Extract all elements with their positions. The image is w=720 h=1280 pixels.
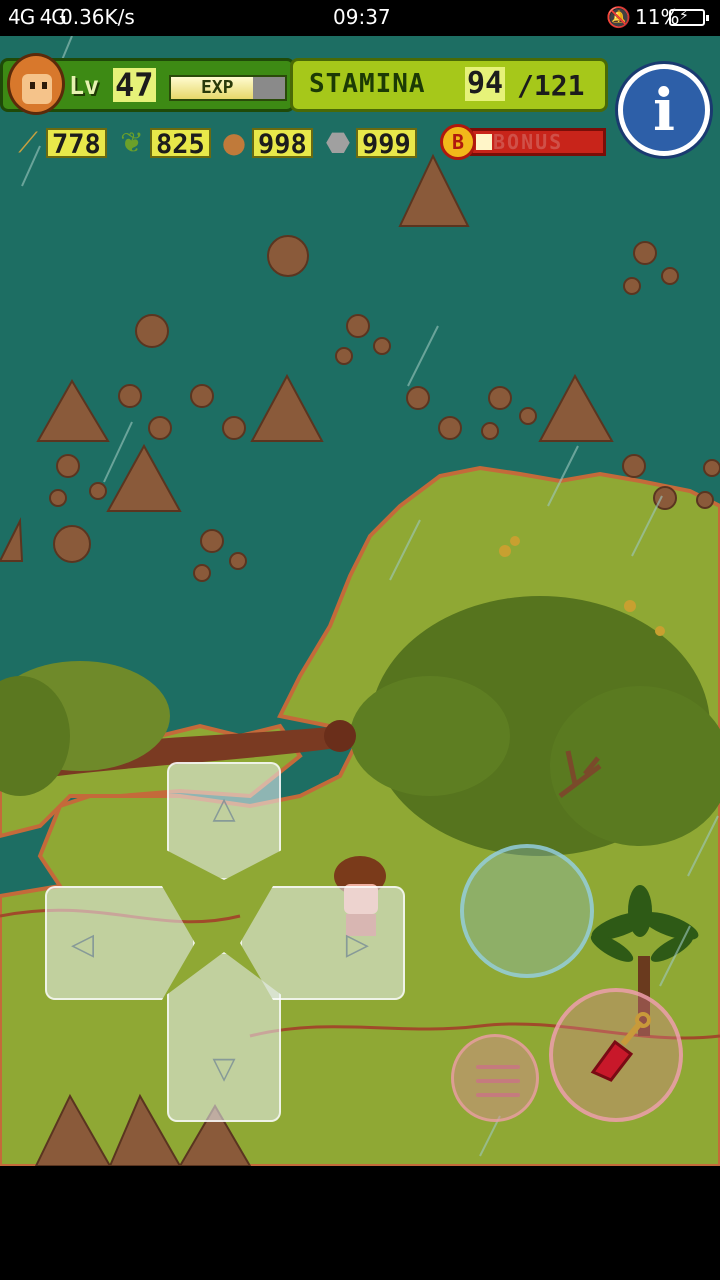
- leaves-count: 825: [150, 128, 211, 160]
- info-button[interactable]: i: [618, 64, 710, 156]
- bonus-bar: BONUS: [470, 128, 606, 156]
- status-bar: 4G 4G 0.36K/s 09:37 🔕 11% ⚡: [0, 0, 720, 36]
- dpad-right-button[interactable]: ▷: [240, 886, 405, 1000]
- shovel-tool-button[interactable]: [549, 988, 683, 1122]
- exp-bar: EXP: [169, 75, 287, 101]
- stamina-current: 94: [465, 66, 506, 101]
- battery-icon: ⚡: [669, 8, 709, 26]
- level-value: 47: [113, 66, 156, 104]
- bonus-badge-icon: B: [440, 124, 476, 160]
- branch-count: 778: [46, 128, 107, 160]
- info-icon: i: [652, 76, 676, 144]
- shovel-icon: [590, 1012, 651, 1082]
- player-avatar[interactable]: [7, 53, 65, 115]
- level-label: Lv: [69, 71, 100, 100]
- mute-bell-icon: 🔕: [606, 5, 631, 29]
- branch-icon: ⟋: [18, 126, 38, 159]
- bonus-bar-fill: [476, 134, 492, 150]
- action-button[interactable]: [460, 844, 594, 978]
- nut-icon: ●: [221, 126, 247, 159]
- menu-button[interactable]: [451, 1034, 539, 1122]
- hud-top-bar: Lv 47 EXP STAMINA 94 /121: [0, 53, 610, 115]
- stone-icon: ⬣: [325, 126, 351, 159]
- network-speed: 0.36K/s: [60, 5, 135, 29]
- stamina-label: STAMINA: [309, 69, 426, 99]
- nav-bar-area: [0, 1166, 720, 1280]
- signal-icon: 4G 4G: [8, 5, 67, 29]
- stamina-max: /121: [517, 69, 585, 102]
- bonus-meter[interactable]: BONUS B: [440, 124, 608, 160]
- leaf-icon: ❦: [120, 126, 144, 159]
- exp-label: EXP: [201, 77, 234, 98]
- nuts-count: 998: [252, 128, 313, 160]
- stone-count: 999: [356, 128, 417, 160]
- stamina-panel: STAMINA 94 /121: [290, 58, 608, 112]
- game-view[interactable]: Lv 47 EXP STAMINA 94 /121 i ⟋ 778 ❦ 825 …: [0, 36, 720, 1166]
- bonus-label: BONUS: [493, 130, 564, 154]
- level-panel: Lv 47 EXP: [0, 53, 295, 115]
- clock: 09:37: [333, 5, 391, 29]
